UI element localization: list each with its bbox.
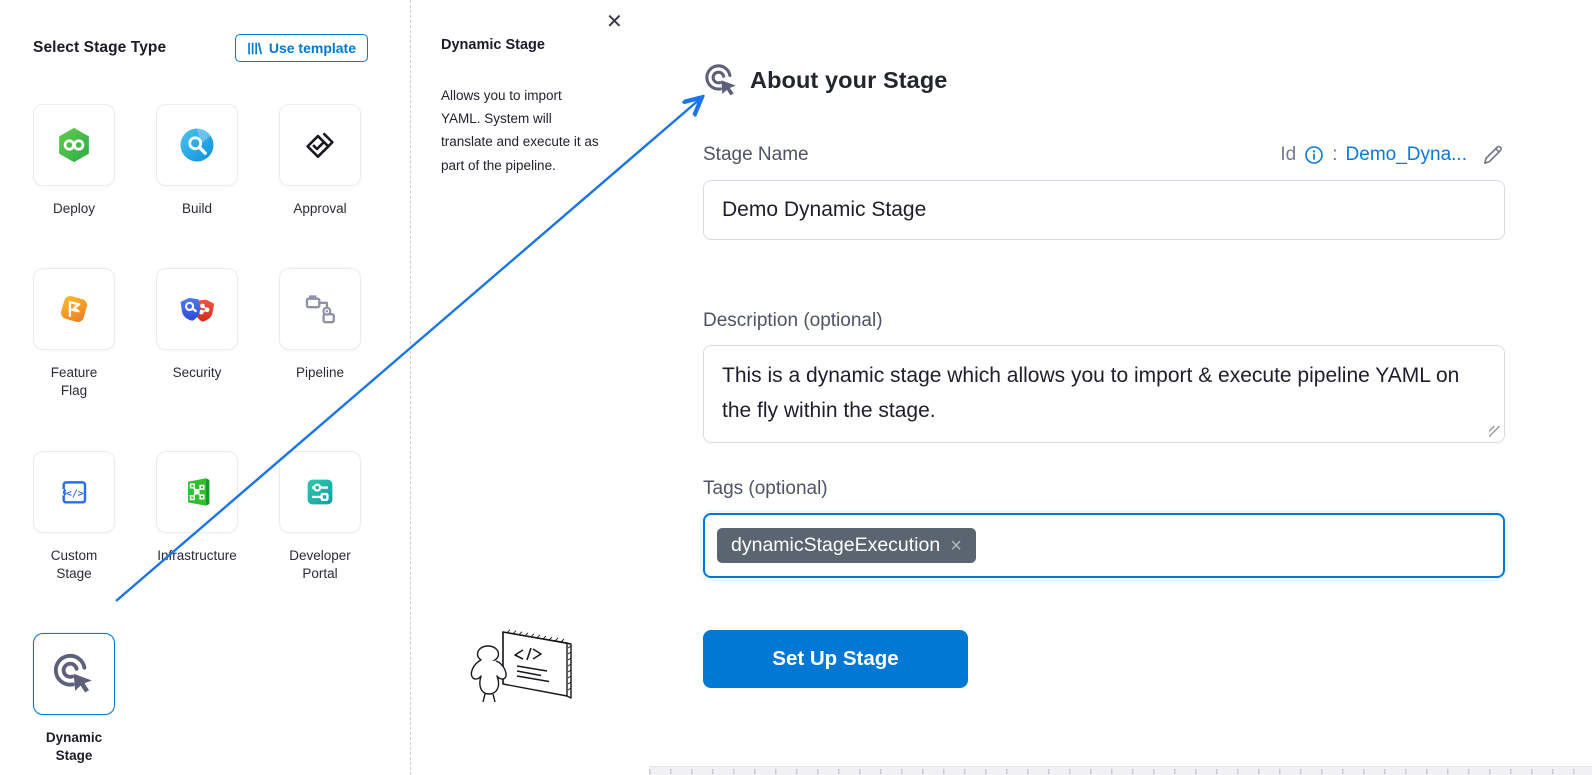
deploy-icon	[52, 123, 96, 167]
stage-name-input[interactable]	[703, 180, 1505, 240]
developer-portal-icon	[298, 470, 342, 514]
tags-label: Tags (optional)	[703, 478, 1505, 500]
stage-card-deploy[interactable]	[33, 104, 115, 186]
stage-label-dynamic-stage: Dynamic Stage	[7, 729, 141, 765]
about-stage-panel: About your Stage Stage Name Id : Demo_Dy…	[703, 62, 1505, 688]
info-icon[interactable]	[1304, 145, 1324, 165]
stage-card-developer-portal[interactable]	[279, 451, 361, 533]
stage-card-infrastructure[interactable]	[156, 451, 238, 533]
tag-chip: dynamicStageExecution ×	[717, 528, 976, 563]
presenter-illustration	[461, 618, 581, 718]
stage-label-feature-flag: Feature Flag	[7, 364, 141, 400]
tags-input[interactable]: dynamicStageExecution ×	[703, 513, 1505, 578]
id-label: Id	[1280, 144, 1296, 166]
build-icon	[175, 123, 219, 167]
feature-flag-icon	[52, 287, 96, 331]
infrastructure-icon	[175, 470, 219, 514]
svg-text:</>: </>	[66, 488, 84, 499]
stage-label-approval: Approval	[253, 200, 387, 218]
stage-label-developer-portal: Developer Portal	[253, 547, 387, 583]
stage-name-label: Stage Name	[703, 144, 809, 166]
stage-card-approval[interactable]	[279, 104, 361, 186]
description-textarea[interactable]: This is a dynamic stage which allows you…	[703, 345, 1505, 443]
stage-selection-screen: Select Stage Type Use template	[0, 0, 1592, 775]
stage-card-build[interactable]	[156, 104, 238, 186]
dynamic-stage-header-icon	[703, 62, 740, 99]
stage-type-grid: Deploy Build	[33, 104, 361, 766]
stage-label-pipeline: Pipeline	[253, 364, 387, 382]
info-panel-description: Allows you to import YAML. System will t…	[441, 84, 603, 177]
stage-label-deploy: Deploy	[7, 200, 141, 218]
stage-label-infrastructure: Infrastructure	[130, 547, 264, 565]
id-separator: :	[1332, 144, 1337, 166]
stage-card-pipeline[interactable]	[279, 268, 361, 350]
set-up-stage-button[interactable]: Set Up Stage	[703, 630, 968, 688]
edit-pencil-icon[interactable]	[1481, 143, 1505, 167]
use-template-label: Use template	[269, 40, 356, 56]
stage-card-custom-stage[interactable]: </>	[33, 451, 115, 533]
pipeline-icon	[298, 287, 342, 331]
info-panel-title: Dynamic Stage	[441, 37, 545, 53]
about-panel-title: About your Stage	[750, 67, 947, 94]
canvas-grid-strip	[649, 766, 1592, 775]
tag-remove-icon[interactable]: ×	[950, 536, 962, 556]
close-icon[interactable]: ✕	[606, 12, 623, 32]
select-stage-type-panel: Select Stage Type Use template	[0, 0, 404, 775]
stage-label-build: Build	[130, 200, 264, 218]
stage-card-security[interactable]	[156, 268, 238, 350]
tag-chip-label: dynamicStageExecution	[731, 534, 940, 557]
stage-card-feature-flag[interactable]	[33, 268, 115, 350]
stage-id-row: Id : Demo_Dyna...	[1280, 143, 1505, 167]
template-library-icon	[247, 41, 262, 56]
stage-label-custom-stage: Custom Stage	[7, 547, 141, 583]
custom-stage-icon: </>	[52, 470, 96, 514]
security-icon	[175, 287, 219, 331]
select-stage-type-title: Select Stage Type	[33, 39, 166, 57]
use-template-button[interactable]: Use template	[235, 34, 368, 62]
stage-card-dynamic-stage[interactable]	[33, 633, 115, 715]
stage-id-value[interactable]: Demo_Dyna...	[1346, 144, 1467, 166]
dynamic-stage-icon	[51, 651, 97, 697]
dynamic-stage-info-panel: ✕ Dynamic Stage Allows you to import YAM…	[411, 0, 641, 775]
approval-icon	[298, 123, 342, 167]
description-label: Description (optional)	[703, 310, 1505, 332]
stage-label-security: Security	[130, 364, 264, 382]
